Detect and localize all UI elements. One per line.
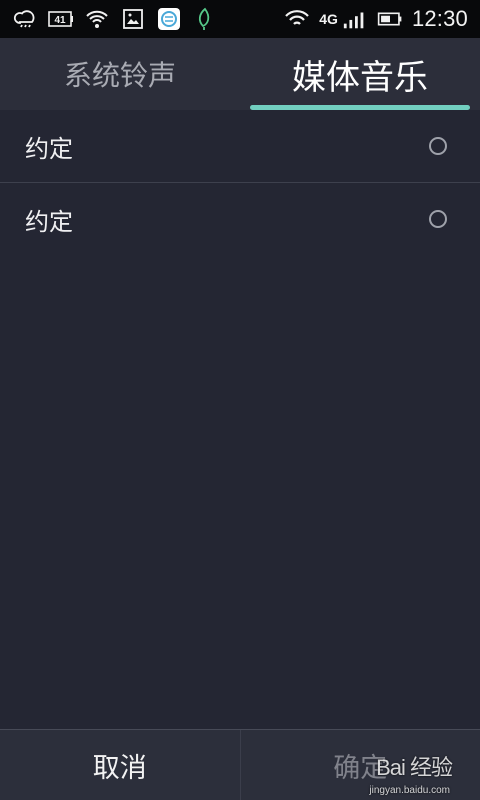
music-title: 约定 [25,134,73,163]
radio-button-unselected[interactable] [429,210,447,228]
cancel-button[interactable]: 取消 [0,730,241,800]
cancel-button-label: 取消 [92,752,147,784]
network-type-label: 4G [319,11,338,27]
battery-icon [377,6,403,32]
iflytek-app-icon [156,6,182,32]
image-icon [120,6,146,32]
green-leaf-icon [192,6,218,32]
baidu-watermark: Bai 经验 [376,755,453,780]
music-list-item[interactable]: 约定 [0,110,480,183]
wifi-icon [84,6,110,32]
status-time: 12:30 [411,6,468,31]
ringtone-tabs: 系统铃声 媒体音乐 [0,38,480,110]
status-bar: 41 4G 12:30 [0,0,480,38]
tab-system-ringtones-label: 系统铃声 [63,59,176,92]
status-number: 41 [54,15,66,26]
wifi-signal-icon [284,6,310,32]
music-list-item[interactable]: 约定 [0,183,480,255]
media-music-list: 约定 约定 [0,110,480,255]
weather-icon [12,6,38,32]
cell-signal-icon [342,6,368,32]
status-right-icons: 4G 12:30 [272,6,480,32]
tab-media-music[interactable]: 媒体音乐 [240,38,480,110]
ringtone-picker-screen: 41 4G 12:30 系统铃声 媒体音乐 约定 约定 取消 确定 Bai 经验… [0,0,480,800]
tab-media-music-label: 媒体音乐 [292,57,428,98]
battery-notification-icon: 41 [48,6,74,32]
radio-button-unselected[interactable] [429,137,447,155]
tab-system-ringtones[interactable]: 系统铃声 [0,38,240,110]
baidu-watermark-url: jingyan.baidu.com [369,785,450,796]
status-left-icons: 41 [0,6,230,32]
music-title: 约定 [25,207,73,236]
